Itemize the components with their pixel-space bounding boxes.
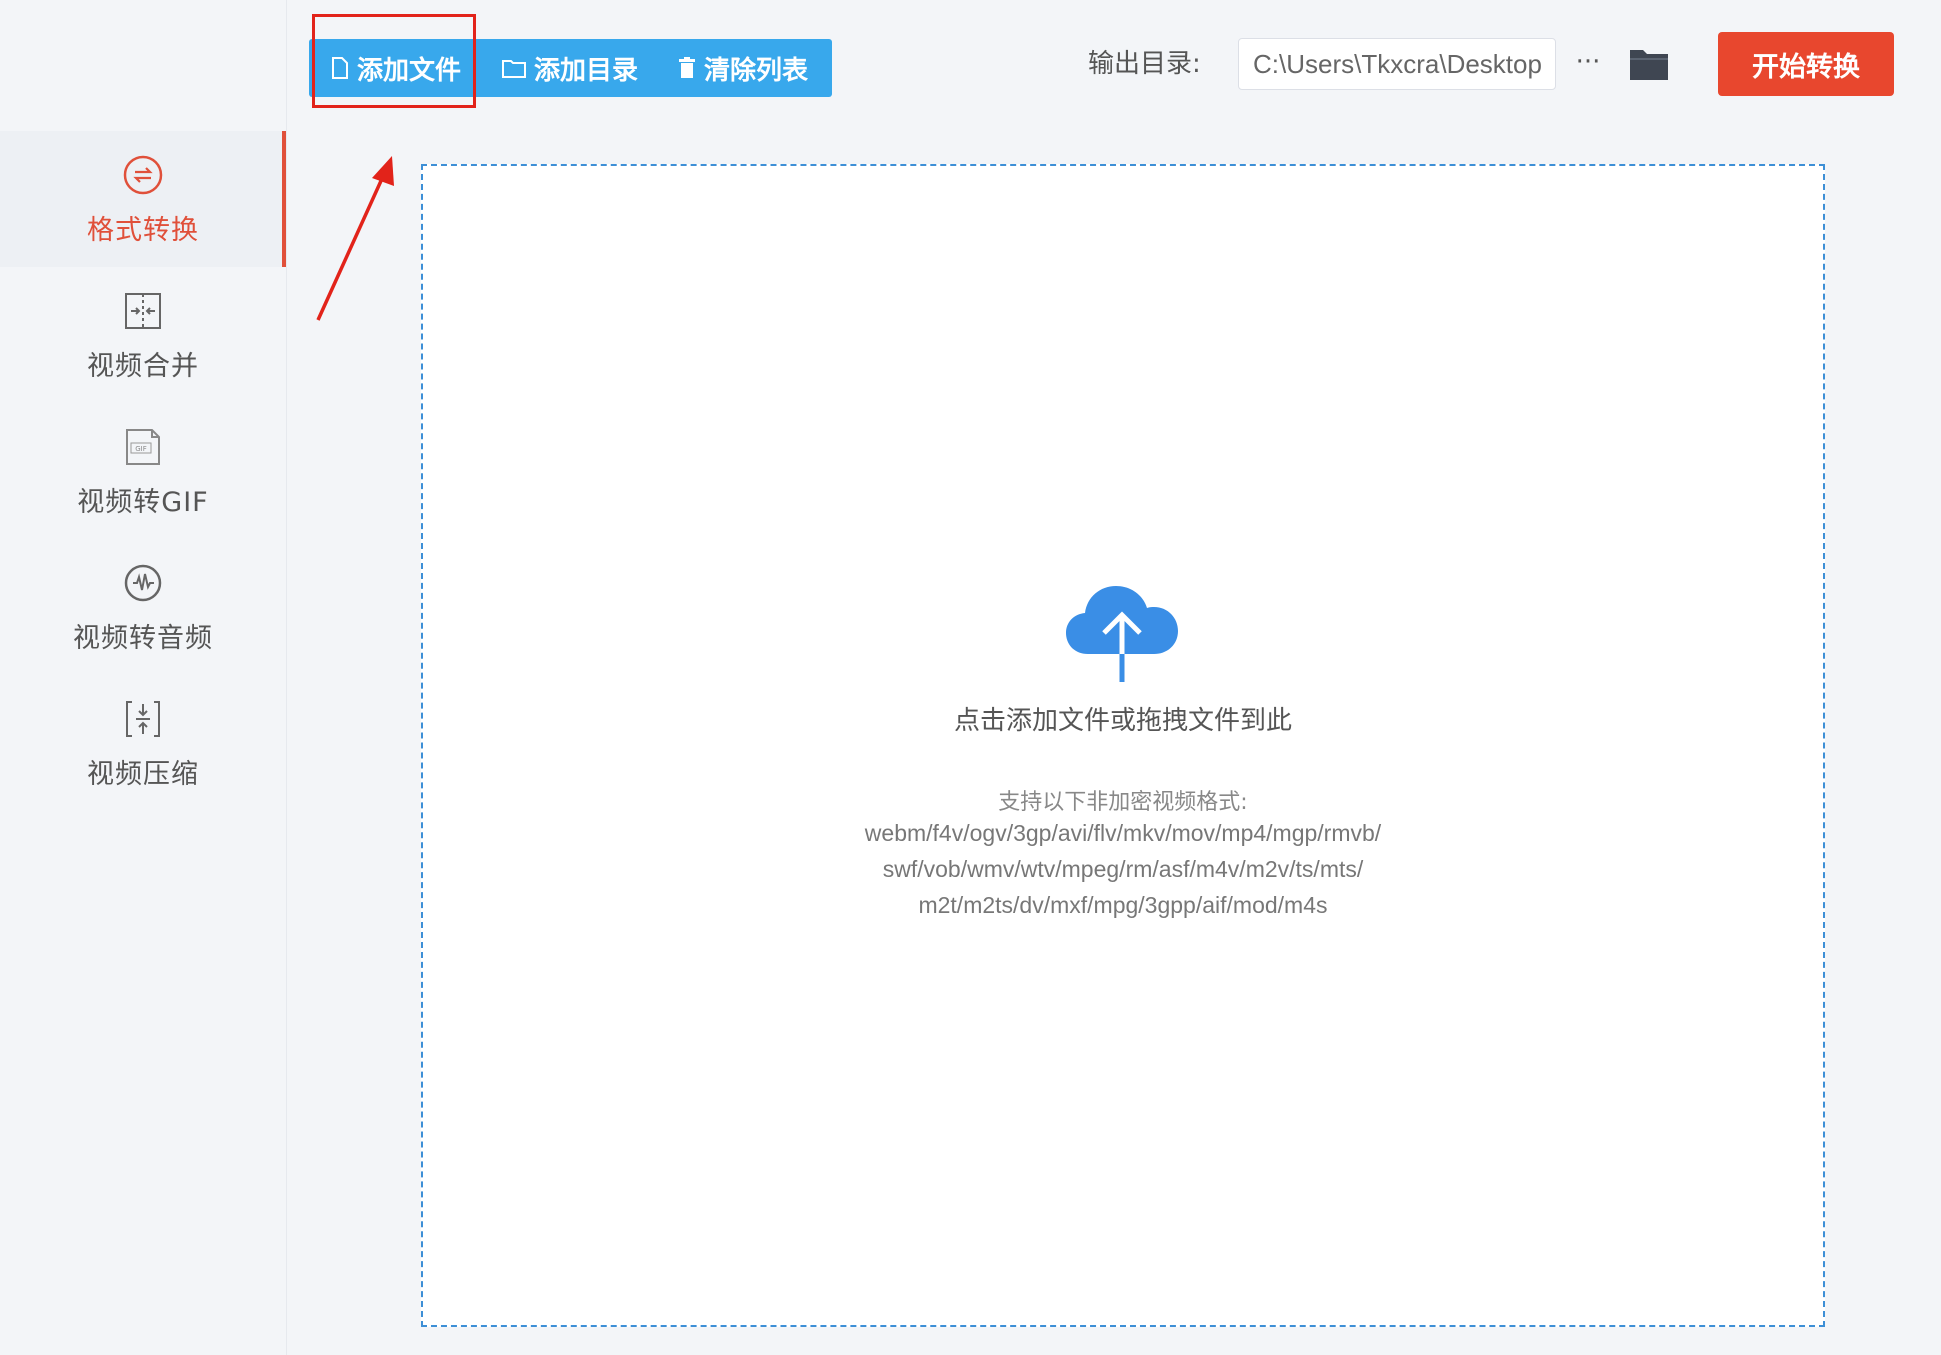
gif-icon: GIF <box>126 428 160 465</box>
drop-zone-title: 点击添加文件或拖拽文件到此 <box>953 706 1292 736</box>
trash-icon <box>679 57 695 78</box>
sidebar-item-format-convert[interactable]: 格式转换 <box>0 131 286 267</box>
start-convert-button[interactable]: 开始转换 <box>1718 32 1894 96</box>
supported-formats-label: 支持以下非加密视频格式: <box>998 790 1248 815</box>
sidebar-item-label: 视频转音频 <box>73 622 213 654</box>
sidebar-item-label: 格式转换 <box>87 214 199 246</box>
sidebar-item-label: 视频合并 <box>87 350 199 382</box>
annotation-highlight-box <box>312 14 476 108</box>
cloud-upload-icon[interactable] <box>1064 582 1180 684</box>
supported-formats-line: webm/f4v/ogv/3gp/avi/flv/mkv/mov/mp4/mgp… <box>864 820 1382 846</box>
more-options-button[interactable]: ··· <box>1570 42 1606 86</box>
output-directory-label: 输出目录: <box>1088 49 1201 79</box>
sidebar-item-video-compress[interactable]: 视频压缩 <box>0 675 286 811</box>
supported-formats-line: m2t/m2ts/dv/mxf/mpg/3gpp/aif/mod/m4s <box>918 892 1328 918</box>
clear-list-button[interactable]: 清除列表 <box>678 39 808 97</box>
folder-outline-icon <box>502 60 526 78</box>
add-directory-label: 添加目录 <box>534 55 639 86</box>
file-drop-zone[interactable] <box>421 164 1825 1327</box>
sidebar-item-video-merge[interactable]: 视频合并 <box>0 267 286 403</box>
sidebar: 格式转换 视频合并 GIF 视频转GIF 视频转音频 视频压缩 <box>0 0 287 1355</box>
compress-icon <box>126 700 160 737</box>
add-directory-button[interactable]: 添加目录 <box>502 39 638 97</box>
output-directory-input[interactable] <box>1238 38 1556 90</box>
svg-text:GIF: GIF <box>135 445 147 453</box>
sidebar-item-label: 视频转GIF <box>77 486 209 518</box>
audio-icon <box>124 564 162 601</box>
supported-formats-line: swf/vob/wmv/wtv/mpeg/rm/asf/m4v/m2v/ts/m… <box>882 856 1364 882</box>
open-folder-icon[interactable] <box>1628 46 1670 82</box>
clear-list-label: 清除列表 <box>704 55 809 86</box>
sidebar-item-video-to-gif[interactable]: GIF 视频转GIF <box>0 403 286 539</box>
format-convert-icon <box>123 155 163 194</box>
sidebar-item-video-to-audio[interactable]: 视频转音频 <box>0 539 286 675</box>
sidebar-item-label: 视频压缩 <box>87 758 199 790</box>
video-merge-icon <box>125 292 161 329</box>
